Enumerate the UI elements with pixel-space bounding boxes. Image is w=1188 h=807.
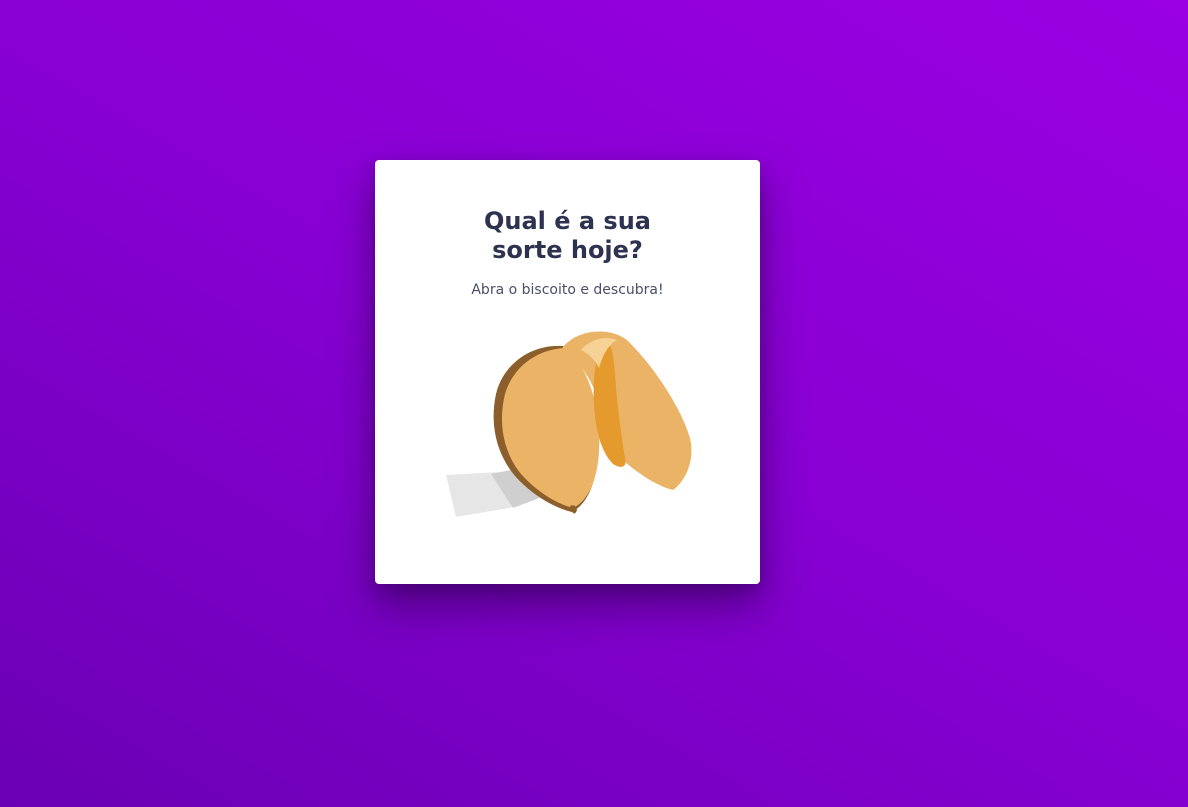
fortune-cookie-icon bbox=[446, 331, 692, 517]
fortune-card: Qual é a sua sorte hoje? Abra o biscoito… bbox=[375, 160, 760, 584]
fortune-cookie-button[interactable] bbox=[443, 324, 699, 524]
page-title: Qual é a sua sorte hoje? bbox=[483, 207, 651, 264]
instruction-text: Abra o biscoito e descubra! bbox=[471, 282, 664, 298]
